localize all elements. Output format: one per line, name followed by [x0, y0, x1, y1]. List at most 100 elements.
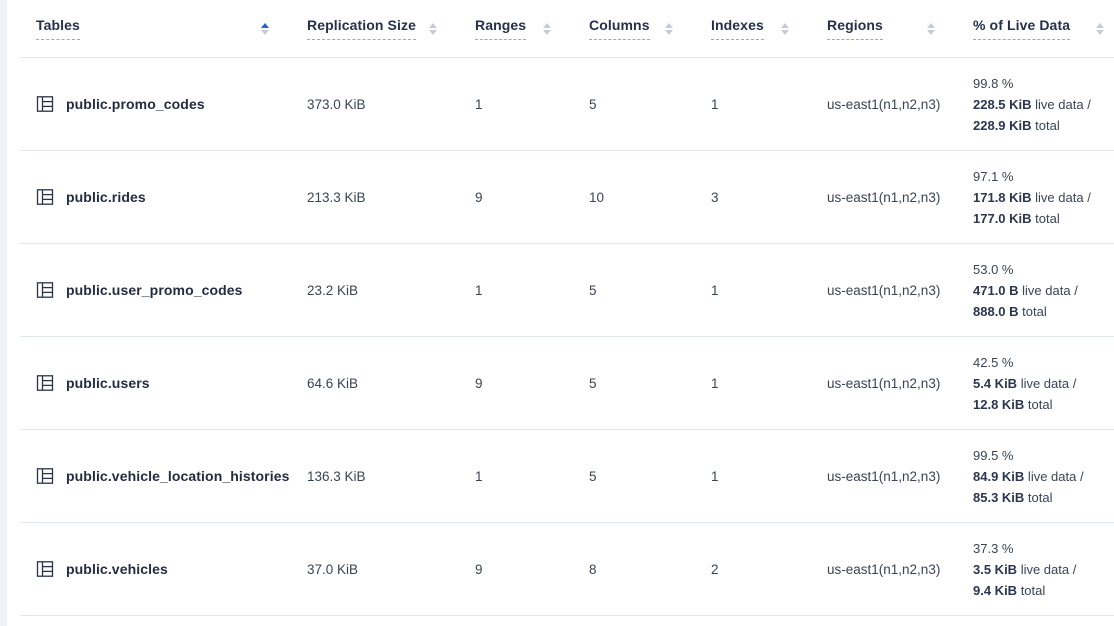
table-grid-icon: [36, 95, 54, 113]
regions-cell: us-east1(n1,n2,n3): [827, 58, 973, 150]
indexes-cell: 1: [711, 58, 827, 150]
sort-arrows-icon[interactable]: [925, 20, 937, 38]
ranges-cell: 1: [475, 58, 589, 150]
total-size: 888.0 B total: [973, 301, 1047, 322]
regions-cell: us-east1(n1,n2,n3): [827, 151, 973, 243]
sort-arrows-icon[interactable]: [663, 20, 675, 38]
table-grid-icon: [36, 467, 54, 485]
columns-cell: 8: [589, 523, 711, 615]
column-header-regions[interactable]: Regions: [827, 0, 973, 57]
sort-arrows-icon[interactable]: [541, 20, 553, 38]
table-row: public.rides 213.3 KiB 9 10 3 us-east1(n…: [20, 151, 1114, 244]
table-name[interactable]: public.promo_codes: [66, 96, 205, 112]
live-data-size: 471.0 B live data /: [973, 280, 1078, 301]
live-data-size: 228.5 KiB live data /: [973, 94, 1091, 115]
page-left-gutter: [0, 0, 7, 626]
live-data-percent: 99.8 %: [973, 73, 1013, 94]
live-data-size: 5.4 KiB live data /: [973, 373, 1076, 394]
ranges-cell: 9: [475, 523, 589, 615]
ranges-cell: 1: [475, 430, 589, 522]
table-name-cell[interactable]: public.promo_codes: [20, 58, 307, 150]
live-data-percent: 99.5 %: [973, 445, 1013, 466]
column-header-live-data[interactable]: % of Live Data: [973, 0, 1114, 57]
table-row: public.vehicles 37.0 KiB 9 8 2 us-east1(…: [20, 523, 1114, 616]
column-header-indexes[interactable]: Indexes: [711, 0, 827, 57]
columns-cell: 5: [589, 58, 711, 150]
table-grid-icon: [36, 281, 54, 299]
column-header-tables[interactable]: Tables: [20, 0, 307, 57]
live-data-cell: 42.5 % 5.4 KiB live data / 12.8 KiB tota…: [973, 337, 1114, 429]
table-name[interactable]: public.vehicle_location_histories: [66, 468, 289, 484]
column-header-ranges[interactable]: Ranges: [475, 0, 589, 57]
live-data-percent: 37.3 %: [973, 538, 1013, 559]
table-grid-icon: [36, 374, 54, 392]
replication-size-cell: 23.2 KiB: [307, 244, 475, 336]
ranges-cell: 9: [475, 151, 589, 243]
sort-arrows-icon[interactable]: [1094, 20, 1106, 38]
table-grid-icon: [36, 188, 54, 206]
column-header-label: Tables: [36, 17, 80, 40]
table-name-cell[interactable]: public.vehicles: [20, 523, 307, 615]
table-name-cell[interactable]: public.vehicle_location_histories: [20, 430, 307, 522]
table-row: public.users 64.6 KiB 9 5 1 us-east1(n1,…: [20, 337, 1114, 430]
indexes-cell: 1: [711, 337, 827, 429]
table-name[interactable]: public.vehicles: [66, 561, 168, 577]
column-header-columns[interactable]: Columns: [589, 0, 711, 57]
column-header-replication-size[interactable]: Replication Size: [307, 0, 475, 57]
total-size: 9.4 KiB total: [973, 580, 1045, 601]
table-name[interactable]: public.users: [66, 375, 150, 391]
sort-arrows-icon[interactable]: [259, 20, 271, 38]
table-row: public.user_promo_codes 23.2 KiB 1 5 1 u…: [20, 244, 1114, 337]
live-data-percent: 42.5 %: [973, 352, 1013, 373]
indexes-cell: 3: [711, 151, 827, 243]
replication-size-cell: 213.3 KiB: [307, 151, 475, 243]
column-header-label: Replication Size: [307, 17, 416, 40]
table-row: public.promo_codes 373.0 KiB 1 5 1 us-ea…: [20, 58, 1114, 151]
regions-cell: us-east1(n1,n2,n3): [827, 244, 973, 336]
live-data-percent: 53.0 %: [973, 259, 1013, 280]
live-data-percent: 97.1 %: [973, 166, 1013, 187]
replication-size-cell: 37.0 KiB: [307, 523, 475, 615]
total-size: 85.3 KiB total: [973, 487, 1053, 508]
tables-list: Tables Replication Size Ranges Columns I…: [20, 0, 1114, 616]
table-row: public.vehicle_location_histories 136.3 …: [20, 430, 1114, 523]
live-data-cell: 99.5 % 84.9 KiB live data / 85.3 KiB tot…: [973, 430, 1114, 522]
table-name[interactable]: public.rides: [66, 189, 146, 205]
ranges-cell: 9: [475, 337, 589, 429]
table-name[interactable]: public.user_promo_codes: [66, 282, 243, 298]
indexes-cell: 1: [711, 430, 827, 522]
live-data-size: 171.8 KiB live data /: [973, 187, 1091, 208]
sort-arrows-icon[interactable]: [779, 20, 791, 38]
table-name-cell[interactable]: public.user_promo_codes: [20, 244, 307, 336]
regions-cell: us-east1(n1,n2,n3): [827, 523, 973, 615]
live-data-cell: 99.8 % 228.5 KiB live data / 228.9 KiB t…: [973, 58, 1114, 150]
columns-cell: 10: [589, 151, 711, 243]
live-data-size: 84.9 KiB live data /: [973, 466, 1084, 487]
live-data-cell: 53.0 % 471.0 B live data / 888.0 B total: [973, 244, 1114, 336]
sort-arrows-icon[interactable]: [427, 20, 439, 38]
replication-size-cell: 136.3 KiB: [307, 430, 475, 522]
column-header-label: Indexes: [711, 17, 764, 40]
indexes-cell: 2: [711, 523, 827, 615]
table-name-cell[interactable]: public.users: [20, 337, 307, 429]
indexes-cell: 1: [711, 244, 827, 336]
ranges-cell: 1: [475, 244, 589, 336]
table-header-row: Tables Replication Size Ranges Columns I…: [20, 0, 1114, 58]
table-name-cell[interactable]: public.rides: [20, 151, 307, 243]
column-header-label: Ranges: [475, 17, 526, 40]
total-size: 228.9 KiB total: [973, 115, 1060, 136]
replication-size-cell: 64.6 KiB: [307, 337, 475, 429]
live-data-cell: 97.1 % 171.8 KiB live data / 177.0 KiB t…: [973, 151, 1114, 243]
columns-cell: 5: [589, 337, 711, 429]
column-header-label: Columns: [589, 17, 650, 40]
columns-cell: 5: [589, 244, 711, 336]
live-data-cell: 37.3 % 3.5 KiB live data / 9.4 KiB total: [973, 523, 1114, 615]
column-header-label: Regions: [827, 17, 883, 40]
total-size: 177.0 KiB total: [973, 208, 1060, 229]
table-grid-icon: [36, 560, 54, 578]
replication-size-cell: 373.0 KiB: [307, 58, 475, 150]
total-size: 12.8 KiB total: [973, 394, 1053, 415]
columns-cell: 5: [589, 430, 711, 522]
regions-cell: us-east1(n1,n2,n3): [827, 430, 973, 522]
live-data-size: 3.5 KiB live data /: [973, 559, 1076, 580]
